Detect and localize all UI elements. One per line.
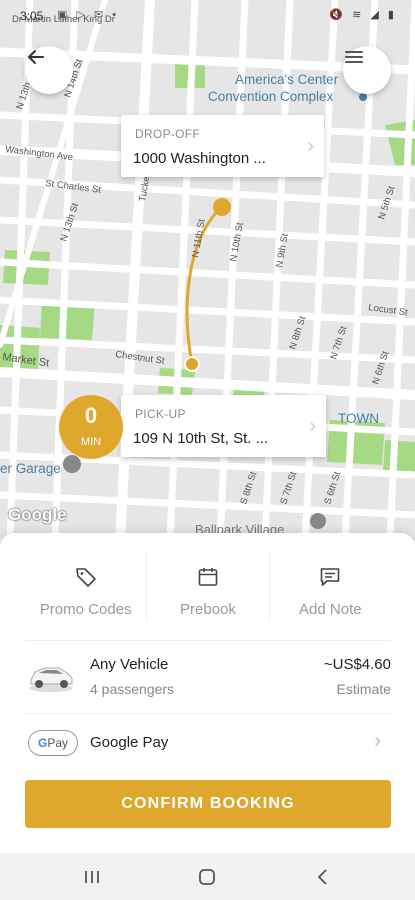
poi-downtown: TOWN — [338, 411, 379, 426]
action-row: Promo Codes Prebook Add Note — [25, 553, 391, 621]
notification-icons: ▣ ▷ ✉ • — [57, 9, 120, 21]
system-status-icons: 🔇 ≋ ◢ ▮ — [329, 9, 397, 21]
pickup-card[interactable]: PICK-UP 109 N 10th St, St. ... › — [121, 395, 326, 457]
park — [383, 440, 415, 475]
eta-value: 0 — [84, 403, 98, 428]
hamburger-icon — [345, 51, 363, 63]
payment-method-name: Google Pay — [90, 734, 169, 751]
calendar-icon — [147, 565, 268, 591]
prebook-button[interactable]: Prebook — [146, 553, 268, 621]
home-button[interactable] — [192, 865, 222, 889]
pickup-marker — [184, 356, 200, 372]
dropoff-label: DROP-OFF — [135, 127, 201, 141]
vehicle-row[interactable]: Any Vehicle 4 passengers ~US$4.60 Estima… — [25, 646, 391, 711]
dropoff-marker — [213, 198, 231, 216]
google-pay-icon: GPay — [28, 730, 78, 756]
tag-icon — [25, 565, 146, 591]
car-icon — [29, 667, 73, 692]
add-note-button[interactable]: Add Note — [268, 553, 391, 621]
divider — [25, 640, 391, 641]
eta-badge: 0 MIN — [59, 395, 123, 459]
chevron-left-icon — [317, 869, 327, 885]
add-note-label: Add Note — [299, 601, 362, 618]
prebook-label: Prebook — [180, 601, 236, 618]
vehicle-passengers: 4 passengers — [90, 681, 175, 697]
eta-unit: MIN — [80, 436, 102, 448]
fare-estimate-label: Estimate — [336, 681, 391, 697]
recents-icon — [85, 871, 99, 883]
status-time: 3:05 — [20, 9, 44, 23]
dropoff-address: 1000 Washington ... — [133, 150, 266, 167]
confirm-booking-button[interactable]: CONFIRM BOOKING — [25, 780, 391, 828]
map-view[interactable]: Dr Martin Luther King Dr N 14th St Washi… — [0, 0, 415, 540]
payment-row[interactable]: GPay Google Pay › — [25, 715, 391, 770]
promo-codes-button[interactable]: Promo Codes — [25, 553, 146, 621]
menu-button[interactable] — [343, 46, 391, 94]
back-button[interactable] — [25, 46, 73, 94]
promo-codes-label: Promo Codes — [39, 601, 132, 618]
dropoff-card[interactable]: DROP-OFF 1000 Washington ... › — [121, 115, 324, 177]
google-logo: Google — [8, 505, 67, 524]
chevron-right-icon: › — [307, 135, 314, 157]
note-icon — [270, 565, 391, 591]
fare-price: ~US$4.60 — [323, 656, 391, 673]
system-back-button[interactable] — [308, 865, 338, 889]
chevron-right-icon: › — [309, 415, 316, 437]
system-nav-bar — [0, 853, 415, 900]
poi-garage: er Garage — [0, 461, 61, 476]
divider — [25, 713, 391, 714]
recent-apps-button[interactable] — [77, 865, 107, 889]
vehicle-name: Any Vehicle — [90, 656, 169, 673]
poi-america: America's Center — [235, 72, 339, 87]
home-icon — [199, 869, 215, 885]
back-arrow-icon — [28, 50, 44, 64]
booking-sheet: Promo Codes Prebook Add Note Any Vehicle… — [0, 533, 415, 853]
poi-convention: Convention Complex — [208, 89, 334, 104]
pickup-label: PICK-UP — [135, 407, 186, 421]
pickup-address: 109 N 10th St, St. ... — [133, 430, 269, 447]
status-bar: 3:05 ▣ ▷ ✉ • 🔇 ≋ ◢ ▮ — [0, 0, 415, 30]
chevron-right-icon: › — [374, 730, 381, 752]
